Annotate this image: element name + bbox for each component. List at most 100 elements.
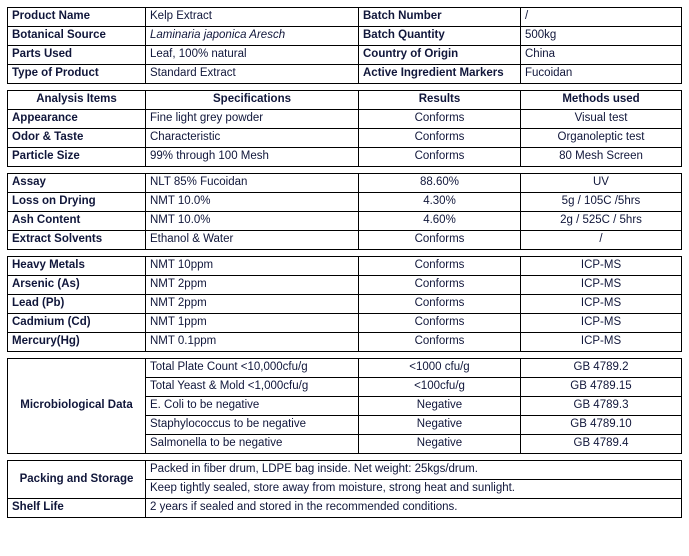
analysis-item-label: Lead (Pb) — [7, 294, 146, 314]
table-row: Botanical Source Laminaria japonica Ares… — [7, 26, 682, 46]
packing-and-storage-table: Packing and Storage Packed in fiber drum… — [7, 460, 682, 518]
analysis-item-spec: NMT 10ppm — [145, 256, 359, 276]
analysis-item-result: Conforms — [358, 230, 521, 250]
analysis-item-method: Visual test — [520, 109, 682, 129]
table-row: Shelf Life 2 years if sealed and stored … — [7, 498, 682, 518]
table-row: Appearance Fine light grey powder Confor… — [7, 109, 682, 129]
batch-quantity-label: Batch Quantity — [358, 26, 521, 46]
analysis-item-spec: Total Yeast & Mold <1,000cfu/g — [145, 377, 359, 397]
analysis-item-method: Organoleptic test — [520, 128, 682, 148]
botanical-source-label: Botanical Source — [7, 26, 146, 46]
analysis-item-result: Conforms — [358, 147, 521, 167]
table-row: Odor & Taste Characteristic Conforms Org… — [7, 128, 682, 148]
table-row: Type of Product Standard Extract Active … — [7, 64, 682, 84]
analysis-item-result: <100cfu/g — [358, 377, 521, 397]
table-row: Assay NLT 85% Fucoidan 88.60% UV — [7, 173, 682, 193]
microbiological-data-table: Microbiological Data Total Plate Count <… — [7, 358, 682, 454]
analysis-item-method: ICP-MS — [520, 294, 682, 314]
table-row: Lead (Pb) NMT 2ppm Conforms ICP-MS — [7, 294, 682, 314]
analysis-item-label: Ash Content — [7, 211, 146, 231]
analysis-item-label: Extract Solvents — [7, 230, 146, 250]
analysis-item-result: Conforms — [358, 294, 521, 314]
analysis-item-result: Negative — [358, 396, 521, 416]
batch-number-label: Batch Number — [358, 7, 521, 27]
column-header-methods-used: Methods used — [520, 90, 682, 110]
certificate-of-analysis-document: Product Name Kelp Extract Batch Number /… — [0, 0, 689, 556]
table-row: Cadmium (Cd) NMT 1ppm Conforms ICP-MS — [7, 313, 682, 333]
column-header-analysis-items: Analysis Items — [7, 90, 146, 110]
analysis-item-spec: Ethanol & Water — [145, 230, 359, 250]
column-header-specifications: Specifications — [145, 90, 359, 110]
analysis-item-method: GB 4789.10 — [520, 415, 682, 435]
analysis-item-spec: 99% through 100 Mesh — [145, 147, 359, 167]
active-ingredient-markers-label: Active Ingredient Markers — [358, 64, 521, 84]
analysis-item-method: 80 Mesh Screen — [520, 147, 682, 167]
analysis-item-result: Conforms — [358, 109, 521, 129]
analysis-item-result: Conforms — [358, 256, 521, 276]
parts-used-label: Parts Used — [7, 45, 146, 65]
type-of-product-value: Standard Extract — [145, 64, 359, 84]
analysis-item-spec: NLT 85% Fucoidan — [145, 173, 359, 193]
analysis-item-label: Particle Size — [7, 147, 146, 167]
table-row: Microbiological Data Total Plate Count <… — [7, 358, 682, 454]
parts-used-value: Leaf, 100% natural — [145, 45, 359, 65]
analysis-item-spec: Characteristic — [145, 128, 359, 148]
analysis-item-result: 4.60% — [358, 211, 521, 231]
heavy-metals-table: Heavy Metals NMT 10ppm Conforms ICP-MS A… — [7, 256, 682, 352]
analysis-item-spec: Total Plate Count <10,000cfu/g — [145, 358, 359, 378]
analysis-item-method: GB 4789.3 — [520, 396, 682, 416]
table-row: Mercury(Hg) NMT 0.1ppm Conforms ICP-MS — [7, 332, 682, 352]
analysis-item-label: Loss on Drying — [7, 192, 146, 212]
table-row: Extract Solvents Ethanol & Water Conform… — [7, 230, 682, 250]
analysis-item-spec: NMT 0.1ppm — [145, 332, 359, 352]
analysis-item-method: 5g / 105C /5hrs — [520, 192, 682, 212]
packing-line-1: Packed in fiber drum, LDPE bag inside. N… — [145, 460, 682, 480]
analysis-item-spec: E. Coli to be negative — [145, 396, 359, 416]
table-row: Loss on Drying NMT 10.0% 4.30% 5g / 105C… — [7, 192, 682, 212]
analysis-item-result: Conforms — [358, 313, 521, 333]
analysis-item-spec: Salmonella to be negative — [145, 434, 359, 454]
type-of-product-label: Type of Product — [7, 64, 146, 84]
batch-quantity-value: 500kg — [520, 26, 682, 46]
analysis-item-label: Odor & Taste — [7, 128, 146, 148]
country-of-origin-value: China — [520, 45, 682, 65]
analysis-item-method: GB 4789.15 — [520, 377, 682, 397]
analysis-item-spec: NMT 2ppm — [145, 294, 359, 314]
analysis-item-method: ICP-MS — [520, 313, 682, 333]
batch-number-value: / — [520, 7, 682, 27]
analysis-item-label: Arsenic (As) — [7, 275, 146, 295]
analysis-item-method: ICP-MS — [520, 256, 682, 276]
packing-line-2: Keep tightly sealed, store away from moi… — [145, 479, 682, 499]
shelf-life-label: Shelf Life — [7, 498, 146, 518]
analysis-item-result: Conforms — [358, 275, 521, 295]
analysis-item-result: Conforms — [358, 332, 521, 352]
analysis-item-spec: Fine light grey powder — [145, 109, 359, 129]
analysis-item-spec: Staphylococcus to be negative — [145, 415, 359, 435]
analysis-item-method: GB 4789.4 — [520, 434, 682, 454]
packing-and-storage-label: Packing and Storage — [7, 460, 146, 499]
product-name-value: Kelp Extract — [145, 7, 359, 27]
shelf-life-value: 2 years if sealed and stored in the reco… — [145, 498, 682, 518]
analysis-item-method: UV — [520, 173, 682, 193]
analysis-item-result: <1000 cfu/g — [358, 358, 521, 378]
analysis-item-result: 88.60% — [358, 173, 521, 193]
analysis-item-label: Cadmium (Cd) — [7, 313, 146, 333]
column-header-results: Results — [358, 90, 521, 110]
organoleptic-analysis-table: Analysis Items Specifications Results Me… — [7, 90, 682, 167]
analysis-item-result: 4.30% — [358, 192, 521, 212]
analysis-item-spec: NMT 1ppm — [145, 313, 359, 333]
analysis-item-method: / — [520, 230, 682, 250]
botanical-source-value: Laminaria japonica Aresch — [145, 26, 359, 46]
table-row: Packing and Storage Packed in fiber drum… — [7, 460, 682, 499]
analysis-item-method: 2g / 525C / 5hrs — [520, 211, 682, 231]
product-name-label: Product Name — [7, 7, 146, 27]
analysis-item-method: ICP-MS — [520, 332, 682, 352]
table-row: Heavy Metals NMT 10ppm Conforms ICP-MS — [7, 256, 682, 276]
table-row: Particle Size 99% through 100 Mesh Confo… — [7, 147, 682, 167]
country-of-origin-label: Country of Origin — [358, 45, 521, 65]
analysis-item-label: Assay — [7, 173, 146, 193]
analysis-item-label: Heavy Metals — [7, 256, 146, 276]
analysis-item-label: Appearance — [7, 109, 146, 129]
analysis-header-row: Analysis Items Specifications Results Me… — [7, 90, 682, 110]
analysis-item-result: Negative — [358, 434, 521, 454]
